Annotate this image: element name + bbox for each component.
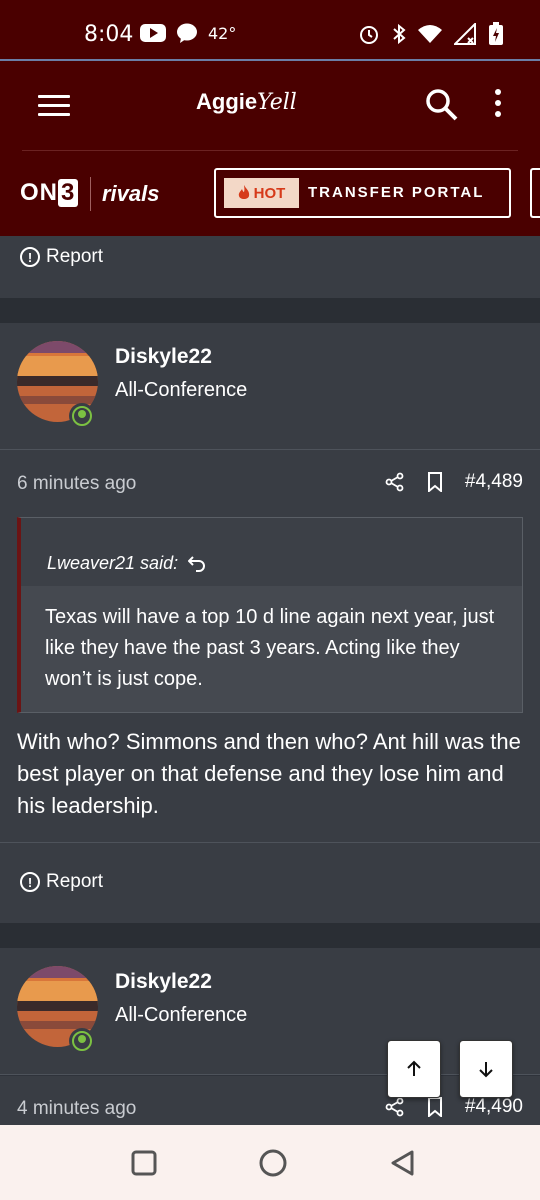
scroll-down-button[interactable] xyxy=(459,1040,513,1098)
status-time: 8:04 xyxy=(84,22,134,47)
post-username[interactable]: Diskyle22 xyxy=(115,970,212,994)
app-bar: AggieYell xyxy=(0,61,540,151)
wifi-icon xyxy=(418,25,442,43)
site-logo[interactable]: AggieYell xyxy=(196,89,297,115)
battery-charging-icon xyxy=(489,22,503,45)
online-status-icon xyxy=(69,1028,95,1054)
next-promo-button[interactable] xyxy=(530,168,540,218)
post-gap xyxy=(0,298,540,323)
share-icon[interactable] xyxy=(385,1097,405,1117)
alert-circle-icon: ! xyxy=(20,247,40,267)
quote-author: Lweaver21 said: xyxy=(47,552,179,573)
scroll-up-button[interactable] xyxy=(387,1040,441,1098)
report-label: Report xyxy=(46,246,104,267)
online-status-icon xyxy=(69,403,95,429)
home-icon[interactable] xyxy=(259,1149,287,1177)
post-footer: ! Report xyxy=(0,236,540,298)
on3-box: 3 xyxy=(58,179,79,207)
alert-circle-icon: ! xyxy=(20,872,40,892)
hot-badge: HOT xyxy=(224,178,299,208)
alarm-icon xyxy=(360,26,378,44)
post-gap xyxy=(0,923,540,948)
arrow-down-icon xyxy=(479,1062,493,1078)
share-icon[interactable] xyxy=(385,472,405,492)
logo-main-text: Aggie xyxy=(196,89,258,114)
quote-header[interactable]: Lweaver21 said: xyxy=(21,518,522,586)
more-vertical-icon[interactable] xyxy=(490,89,506,121)
report-label: Report xyxy=(46,871,104,892)
report-button[interactable]: ! Report xyxy=(20,246,103,268)
on3-logo[interactable]: ON 3 xyxy=(20,179,79,207)
post-number[interactable]: #4,489 xyxy=(465,471,523,493)
post-user-header: Diskyle22 All-Conference xyxy=(0,323,540,450)
post-number[interactable]: #4,490 xyxy=(465,1096,523,1118)
report-button[interactable]: ! Report xyxy=(20,871,103,893)
bookmark-icon[interactable] xyxy=(427,472,443,492)
transfer-portal-label: TRANSFER PORTAL xyxy=(308,184,485,201)
post-text: With who? Simmons and then who? Ant hill… xyxy=(17,729,521,818)
back-icon[interactable] xyxy=(389,1149,415,1177)
on3-prefix: ON xyxy=(20,179,58,206)
post-username[interactable]: Diskyle22 xyxy=(115,345,212,369)
post-user-rank: All-Conference xyxy=(115,1004,248,1026)
go-to-quote-icon[interactable] xyxy=(188,554,206,572)
transfer-portal-button[interactable]: HOT TRANSFER PORTAL xyxy=(214,168,511,218)
recent-apps-icon[interactable] xyxy=(131,1150,157,1176)
post-footer: ! Report xyxy=(0,843,540,923)
signal-icon xyxy=(454,23,476,45)
post-user-rank: All-Conference xyxy=(115,379,248,401)
menu-icon[interactable] xyxy=(38,95,70,117)
bluetooth-icon xyxy=(393,23,406,45)
search-icon[interactable] xyxy=(424,87,460,123)
message-bubble-icon xyxy=(177,23,197,43)
brand-divider xyxy=(90,177,91,211)
system-nav-bar xyxy=(0,1125,540,1200)
quote-block: Lweaver21 said: Texas will have a top 10… xyxy=(17,517,523,713)
flame-icon xyxy=(238,185,249,199)
brand-bar: ON 3 rivals HOT TRANSFER PORTAL xyxy=(0,151,540,236)
status-temperature: 42° xyxy=(208,23,237,43)
logo-script-text: Yell xyxy=(257,90,297,115)
bookmark-icon[interactable] xyxy=(427,1097,443,1117)
post-meta: 6 minutes ago #4,489 xyxy=(0,451,540,517)
hot-label: HOT xyxy=(253,184,286,202)
status-bar: 8:04 42° xyxy=(0,0,540,60)
post-time[interactable]: 6 minutes ago xyxy=(17,473,136,495)
rivals-logo[interactable]: rivals xyxy=(102,181,160,207)
quote-text: Texas will have a top 10 d line again ne… xyxy=(45,606,495,690)
youtube-icon xyxy=(140,24,166,42)
post-time[interactable]: 4 minutes ago xyxy=(17,1098,136,1120)
arrow-up-icon xyxy=(407,1060,421,1076)
